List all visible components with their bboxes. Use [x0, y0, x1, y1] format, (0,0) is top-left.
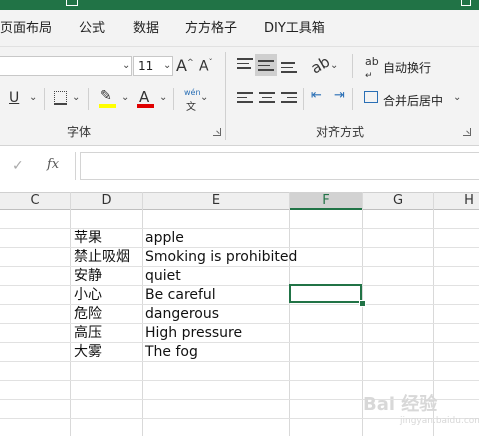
- cell-d-row1[interactable]: 苹果: [74, 229, 102, 248]
- grid-line: [0, 361, 479, 362]
- orientation-dropdown-icon[interactable]: ⌄: [330, 60, 338, 71]
- cell-d-row6[interactable]: 高压: [74, 324, 102, 343]
- column-header-g[interactable]: G: [363, 192, 433, 210]
- align-center-icon[interactable]: [259, 92, 275, 106]
- phonetic-guide-char: 文: [186, 102, 196, 113]
- ribbon-divider: [352, 54, 353, 78]
- watermark-sub: jingyan.baidu.com: [400, 416, 479, 426]
- grid-line: [0, 285, 479, 286]
- ribbon-divider: [88, 88, 89, 110]
- cell-d-row5[interactable]: 危险: [74, 305, 102, 324]
- alignment-dialog-launcher-icon[interactable]: [463, 128, 471, 136]
- borders-icon-bottom: [54, 103, 67, 105]
- formula-input[interactable]: [80, 152, 479, 180]
- ribbon-divider: [352, 88, 353, 110]
- wrap-text-button[interactable]: 自动换行: [383, 59, 431, 76]
- column-header-e[interactable]: E: [143, 192, 289, 210]
- cell-e-row4[interactable]: Be careful: [145, 286, 216, 305]
- cell-d-row2[interactable]: 禁止吸烟: [74, 248, 130, 267]
- column-header-c[interactable]: C: [0, 192, 70, 210]
- fill-handle[interactable]: [359, 300, 366, 307]
- ribbon-divider: [44, 88, 45, 110]
- column-header-f[interactable]: F: [290, 192, 362, 210]
- cell-d-row3[interactable]: 安静: [74, 267, 102, 286]
- tab-fangfang-gezi[interactable]: 方方格子: [185, 17, 237, 36]
- font-size-dropdown-icon[interactable]: ⌄: [163, 60, 171, 71]
- cancel-check-icon[interactable]: ✓: [12, 158, 24, 174]
- merge-center-button[interactable]: 合并后居中: [383, 92, 443, 109]
- underline-button[interactable]: U: [9, 90, 19, 106]
- phonetic-guide-icon[interactable]: wén: [184, 88, 201, 97]
- group-separator: [225, 52, 226, 140]
- fill-color-icon[interactable]: ✎: [100, 88, 112, 104]
- grid-line: [0, 304, 479, 305]
- ribbon-divider: [173, 88, 174, 110]
- title-bar: [0, 0, 479, 10]
- fill-color-dropdown-icon[interactable]: ⌄: [121, 92, 129, 103]
- top-align-icon[interactable]: [237, 58, 253, 72]
- merge-center-dropdown-icon[interactable]: ⌄: [453, 92, 461, 103]
- font-color-dropdown-icon[interactable]: ⌄: [159, 92, 167, 103]
- cell-d-row7[interactable]: 大雾: [74, 343, 102, 362]
- fill-color-bar: [99, 104, 116, 108]
- align-left-icon[interactable]: [237, 92, 253, 106]
- tab-formulas[interactable]: 公式: [79, 17, 105, 36]
- formula-separator: [75, 152, 76, 180]
- watermark-logo: Bai 经验: [363, 394, 438, 415]
- active-cell-selection[interactable]: [289, 284, 362, 303]
- column-header-h[interactable]: H: [434, 192, 479, 210]
- cell-e-row7[interactable]: The fog: [145, 343, 198, 362]
- increase-indent-icon[interactable]: ⇥: [334, 88, 345, 103]
- wrap-text-icon[interactable]: ab ↵: [365, 55, 379, 81]
- cell-e-row2[interactable]: Smoking is prohibited: [145, 248, 297, 267]
- tab-page-layout[interactable]: 页面布局: [0, 17, 52, 36]
- grid-line: [0, 380, 479, 381]
- tab-data[interactable]: 数据: [133, 17, 159, 36]
- font-group-label: 字体: [67, 125, 92, 139]
- bottom-align-icon[interactable]: [281, 62, 297, 76]
- align-right-icon[interactable]: [281, 92, 297, 106]
- decrease-indent-icon[interactable]: ⇤: [311, 88, 322, 103]
- cell-e-row1[interactable]: apple: [145, 229, 184, 248]
- font-name-box[interactable]: [0, 56, 132, 76]
- grow-font-button[interactable]: A^: [176, 56, 194, 75]
- grid-line: [0, 228, 479, 229]
- cell-e-row5[interactable]: dangerous: [145, 305, 219, 324]
- cell-d-row4[interactable]: 小心: [74, 286, 102, 305]
- font-name-dropdown-icon[interactable]: ⌄: [122, 60, 130, 71]
- ribbon-tabs: [0, 10, 479, 46]
- font-size-value: 11: [138, 59, 154, 73]
- column-header-d[interactable]: D: [71, 192, 142, 210]
- save-icon[interactable]: [66, 0, 78, 6]
- middle-align-icon[interactable]: [258, 60, 274, 74]
- cell-e-row3[interactable]: quiet: [145, 267, 181, 286]
- ribbon-divider: [303, 88, 304, 110]
- underline-dropdown-icon[interactable]: ⌄: [29, 92, 37, 103]
- cell-e-row6[interactable]: High pressure: [145, 324, 242, 343]
- font-dialog-launcher-icon[interactable]: [213, 128, 221, 136]
- tab-diy-toolbox[interactable]: DIY工具箱: [264, 17, 325, 36]
- borders-dropdown-icon[interactable]: ⌄: [72, 92, 80, 103]
- window-control-icon[interactable]: [461, 0, 471, 6]
- alignment-group-label: 对齐方式: [316, 125, 365, 139]
- insert-function-icon[interactable]: fx: [47, 157, 59, 172]
- shrink-font-button[interactable]: Aˇ: [199, 58, 213, 75]
- merge-center-icon[interactable]: [364, 91, 378, 103]
- phonetic-dropdown-icon[interactable]: ⌄: [200, 92, 208, 103]
- font-color-bar: [137, 104, 154, 108]
